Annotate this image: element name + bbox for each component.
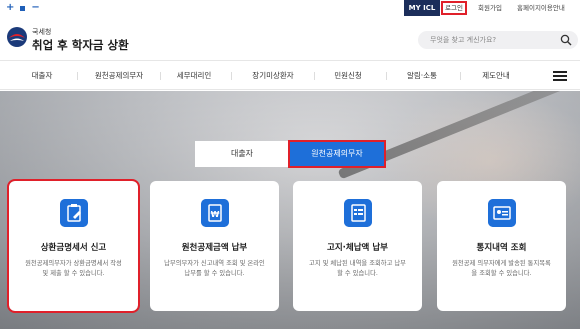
user-type-tabs: 대출자 원천공제의무자	[195, 140, 386, 168]
zoom-in-button[interactable]: +	[6, 2, 14, 14]
site-guide-link[interactable]: 홈페이지이용안내	[517, 0, 565, 16]
card-title: 고지·체납액 납부	[327, 243, 388, 253]
utility-bar: + − MY ICL 로그인 회원가입 홈페이지이용안내	[0, 0, 580, 16]
nav-divider	[386, 72, 387, 80]
card-title: 통지내역 조회	[476, 243, 527, 253]
nav-divider	[231, 72, 232, 80]
menu-icon[interactable]	[548, 69, 572, 83]
card-description: 원천공제 의무자에게 발송된 통지목록을 조회할 수 있습니다.	[452, 260, 551, 277]
card-notice-arrears-payment[interactable]: 고지·체납액 납부 고지 및 체납된 내역을 조회하고 납부할 수 있습니다.	[293, 181, 422, 311]
nav-item-withholder[interactable]: 원천공제의무자	[80, 61, 158, 91]
nav-item-system-guide[interactable]: 제도안내	[463, 61, 529, 91]
nav-divider	[314, 72, 315, 80]
search-icon[interactable]	[560, 34, 572, 46]
list-document-icon	[343, 199, 372, 227]
nts-logo-icon[interactable]	[6, 26, 28, 48]
nav-divider	[77, 72, 78, 80]
zoom-reset-button[interactable]	[20, 5, 26, 11]
card-description: 고지 및 체납된 내역을 조회하고 납부할 수 있습니다.	[309, 260, 406, 277]
tab-withholder[interactable]: 원천공제의무자	[288, 140, 386, 168]
hero-section: 대출자 원천공제의무자 상환금명세서 신고 원천공제의무자가 상환금명세서 작성…	[0, 91, 580, 329]
agency-name: 국세청	[32, 28, 52, 36]
card-description: 납부의무자가 신고내역 조회 및 온라인납부를 할 수 있습니다.	[164, 260, 265, 277]
nav-item-long-term-unpaid[interactable]: 장기미상환자	[234, 61, 312, 91]
nav-item-borrower[interactable]: 대출자	[14, 61, 70, 91]
zoom-out-button[interactable]: −	[31, 2, 39, 14]
card-notification-history[interactable]: 통지내역 조회 원천공제 의무자에게 발송된 통지목록을 조회할 수 있습니다.	[437, 181, 566, 311]
nav-item-civil-request[interactable]: 민원신청	[317, 61, 379, 91]
tab-borrower[interactable]: 대출자	[195, 141, 289, 167]
card-repayment-statement[interactable]: 상환금명세서 신고 원천공제의무자가 상환금명세서 작성 및 제출 할 수 있습…	[7, 179, 140, 313]
won-document-icon: ₩	[200, 199, 229, 227]
nav-divider	[460, 72, 461, 80]
document-edit-icon	[59, 199, 88, 227]
main-nav: 대출자 원천공제의무자 세무대리인 장기미상환자 민원신청 알림·소통 제도안내	[0, 60, 580, 90]
site-header: 국세청 취업 후 학자금 상환 무엇을 찾고 계신가요?	[0, 16, 580, 60]
search-input[interactable]: 무엇을 찾고 계신가요?	[430, 35, 496, 45]
login-link[interactable]: 로그인	[441, 1, 467, 15]
nav-item-notice[interactable]: 알림·소통	[389, 61, 455, 91]
site-title[interactable]: 취업 후 학자금 상환	[32, 37, 129, 53]
zoom-controls: + −	[6, 2, 40, 14]
card-withholding-payment[interactable]: ₩ 원천공제금액 납부 납부의무자가 신고내역 조회 및 온라인납부를 할 수 …	[150, 181, 279, 311]
card-title: 원천공제금액 납부	[181, 243, 248, 253]
nav-divider	[160, 72, 161, 80]
card-description: 원천공제의무자가 상환금명세서 작성 및 제출 할 수 있습니다.	[25, 260, 122, 277]
id-card-icon	[487, 199, 516, 227]
signup-link[interactable]: 회원가입	[478, 0, 502, 16]
search-box[interactable]: 무엇을 찾고 계신가요?	[418, 31, 578, 49]
svg-text:₩: ₩	[210, 210, 219, 219]
my-icl-button[interactable]: MY ICL	[404, 0, 440, 16]
nav-item-tax-agent[interactable]: 세무대리인	[163, 61, 225, 91]
card-title: 상환금명세서 신고	[40, 243, 107, 253]
